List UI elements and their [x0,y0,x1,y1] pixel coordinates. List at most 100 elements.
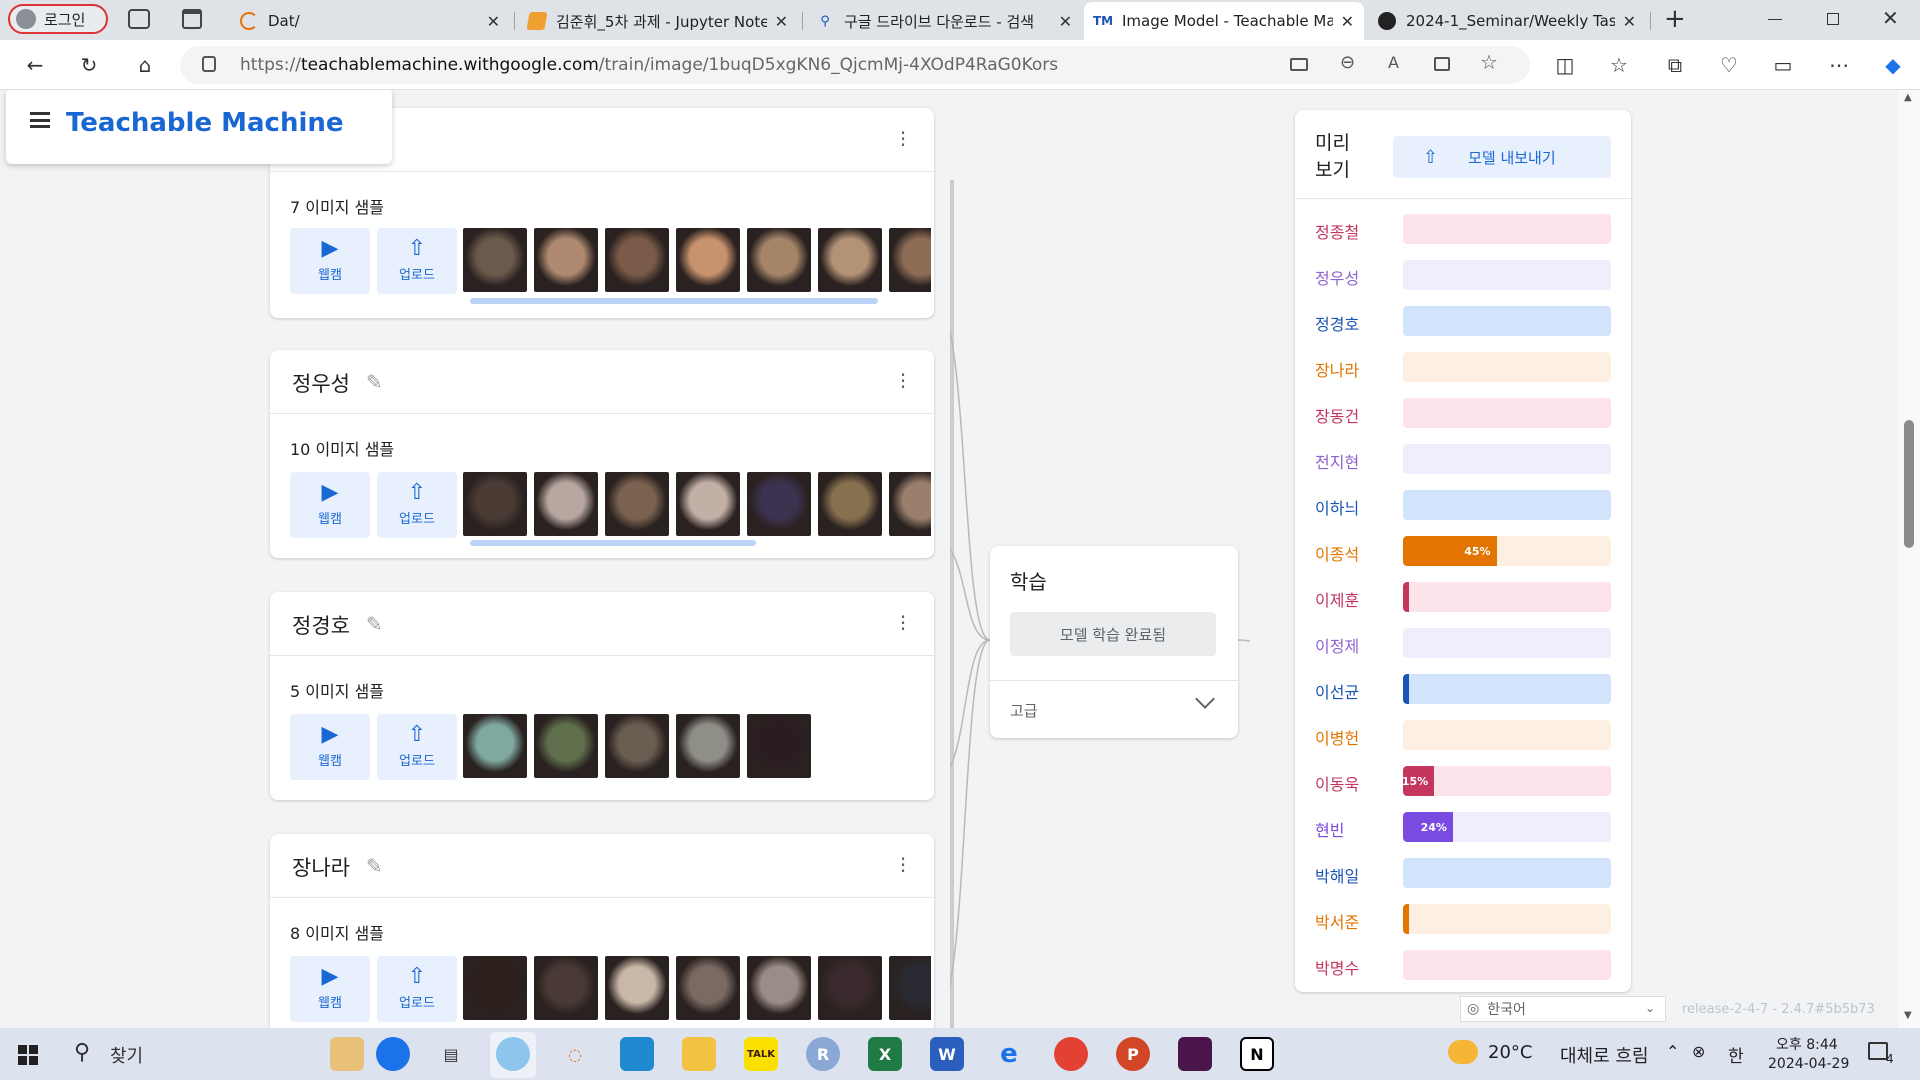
more-menu-icon[interactable]: ⋯ [1822,48,1856,82]
kakaotalk-icon[interactable]: TALK [744,1037,778,1071]
app-title[interactable]: Teachable Machine [66,108,344,138]
train-model-button[interactable]: 모델 학습 완료됨 [1010,612,1216,656]
notion-icon[interactable]: N [1240,1037,1274,1071]
upload-button[interactable]: ⇧ 업로드 [377,472,457,538]
sample-thumbnail[interactable] [534,228,598,292]
widgets-icon[interactable] [330,1037,364,1071]
vscode-taskbar-icon[interactable] [620,1037,654,1071]
taskbar-search-label[interactable]: 찾기 [110,1042,143,1068]
sample-thumbnail[interactable] [463,714,527,778]
split-screen-icon[interactable]: ◫ [1548,48,1582,82]
r-taskbar-icon[interactable]: R [806,1037,840,1071]
ime-indicator[interactable]: 한 [1728,1042,1744,1067]
more-vert-icon[interactable]: · · · [898,607,908,639]
word-icon[interactable]: W [930,1037,964,1071]
close-window-icon[interactable]: ✕ [1882,6,1899,30]
sample-thumbnail[interactable] [889,956,931,1020]
tab-teachable-machine[interactable]: TM Image Model - Teachable Mac ✕ [1084,2,1364,40]
sample-thumbnail[interactable] [463,472,527,536]
sample-thumbnail[interactable] [605,714,669,778]
tab-dat[interactable]: Dat/ ✕ [230,2,510,40]
sample-thumbnail[interactable] [818,472,882,536]
more-vert-icon[interactable]: · · · [898,849,908,881]
upload-button[interactable]: ⇧ 업로드 [377,228,457,294]
more-vert-icon[interactable]: · · · [898,123,908,155]
copilot-taskbar-icon[interactable] [376,1037,410,1071]
advanced-toggle[interactable]: 고급 [990,682,1238,736]
webcam-button[interactable]: ▶ 웹캠 [290,714,370,780]
sample-thumbnail[interactable] [534,714,598,778]
sample-thumbnail[interactable] [463,956,527,1020]
favorite-star-icon[interactable]: ☆ [1480,50,1498,74]
sample-thumbnails[interactable] [463,714,931,778]
back-icon[interactable]: ← [18,48,52,82]
new-tab-icon[interactable]: + [1664,4,1686,34]
collections-icon[interactable]: ⧉ [1658,48,1692,82]
camera-blocked-icon[interactable] [1290,58,1308,71]
sample-thumbnail[interactable] [676,714,740,778]
page-scrollbar[interactable]: ▲ ▼ [1898,90,1920,1028]
sample-thumbnail[interactable] [676,472,740,536]
sample-thumbnail[interactable] [534,472,598,536]
edit-pencil-icon[interactable]: ✎ [366,854,383,878]
ie-icon[interactable]: e [992,1037,1026,1071]
app-available-icon[interactable] [1434,57,1450,71]
edge-bar-icon[interactable]: ▭ [1766,48,1800,82]
jupyter-taskbar-icon[interactable]: ◌ [558,1037,592,1071]
favorites-icon[interactable]: ☆ [1602,48,1636,82]
sample-thumbnail[interactable] [605,472,669,536]
close-icon[interactable]: ✕ [1341,12,1354,31]
tab-github[interactable]: 2024-1_Seminar/Weekly Task/ ✕ [1368,2,1646,40]
home-icon[interactable]: ⌂ [128,48,162,82]
windows-start-icon[interactable] [18,1045,38,1065]
excel-icon[interactable]: X [868,1037,902,1071]
browser-essentials-icon[interactable]: ♡ [1712,48,1746,82]
sample-thumbnail[interactable] [747,228,811,292]
sample-thumbnail[interactable] [605,228,669,292]
close-icon[interactable]: ✕ [1059,12,1072,31]
thumbnail-scrollbar[interactable] [470,298,878,304]
thumbnail-scrollbar[interactable] [470,540,756,546]
workspaces-icon[interactable] [128,9,150,29]
profile-button[interactable]: 로그인 [8,4,108,34]
sample-thumbnail[interactable] [818,228,882,292]
powerpoint-icon[interactable]: P [1116,1037,1150,1071]
close-icon[interactable]: ✕ [775,12,788,31]
webcam-button[interactable]: ▶ 웹캠 [290,472,370,538]
class-name[interactable]: 정경호 [292,610,350,640]
scroll-down-icon[interactable]: ▼ [1904,1010,1912,1021]
copilot-icon[interactable]: ◆ [1876,48,1910,82]
chrome-icon[interactable] [1054,1037,1088,1071]
chevron-up-icon[interactable]: ⌃ [1666,1042,1679,1061]
notification-icon[interactable] [1868,1042,1888,1060]
tab-jupyter[interactable]: 김준휘_5차 과제 - Jupyter Note ✕ [518,2,798,40]
url-field[interactable]: https://teachablemachine.withgoogle.com/… [180,46,1530,84]
status-icon[interactable]: ⊗ [1692,1042,1705,1061]
class-name[interactable]: 정우성 [292,368,350,398]
sample-thumbnail[interactable] [889,228,931,292]
sample-thumbnail[interactable] [605,956,669,1020]
language-select[interactable]: ◎ 한국어 ⌄ [1460,996,1666,1022]
weather-text[interactable]: 대체로 흐림 [1560,1042,1649,1068]
tab-actions-icon[interactable] [182,9,202,29]
clock-time[interactable]: 오후 8:44 [1776,1034,1838,1054]
sample-thumbnail[interactable] [676,228,740,292]
sample-thumbnail[interactable] [534,956,598,1020]
upload-button[interactable]: ⇧ 업로드 [377,956,457,1022]
weather-icon[interactable] [1448,1040,1478,1064]
minimize-icon[interactable] [1768,19,1782,20]
more-vert-icon[interactable]: · · · [898,365,908,397]
sample-thumbnail[interactable] [747,956,811,1020]
sample-thumbnail[interactable] [676,956,740,1020]
webcam-button[interactable]: ▶ 웹캠 [290,228,370,294]
edit-pencil-icon[interactable]: ✎ [366,612,383,636]
search-icon[interactable]: ⚲ [74,1040,90,1065]
sample-thumbnails[interactable] [463,228,931,292]
zoom-out-icon[interactable]: ⊖ [1340,52,1355,73]
menu-icon[interactable] [30,112,50,128]
sample-thumbnail[interactable] [747,714,811,778]
close-icon[interactable]: ✕ [487,12,500,31]
sample-thumbnail[interactable] [818,956,882,1020]
class-name[interactable]: 장나라 [292,852,350,882]
webcam-button[interactable]: ▶ 웹캠 [290,956,370,1022]
